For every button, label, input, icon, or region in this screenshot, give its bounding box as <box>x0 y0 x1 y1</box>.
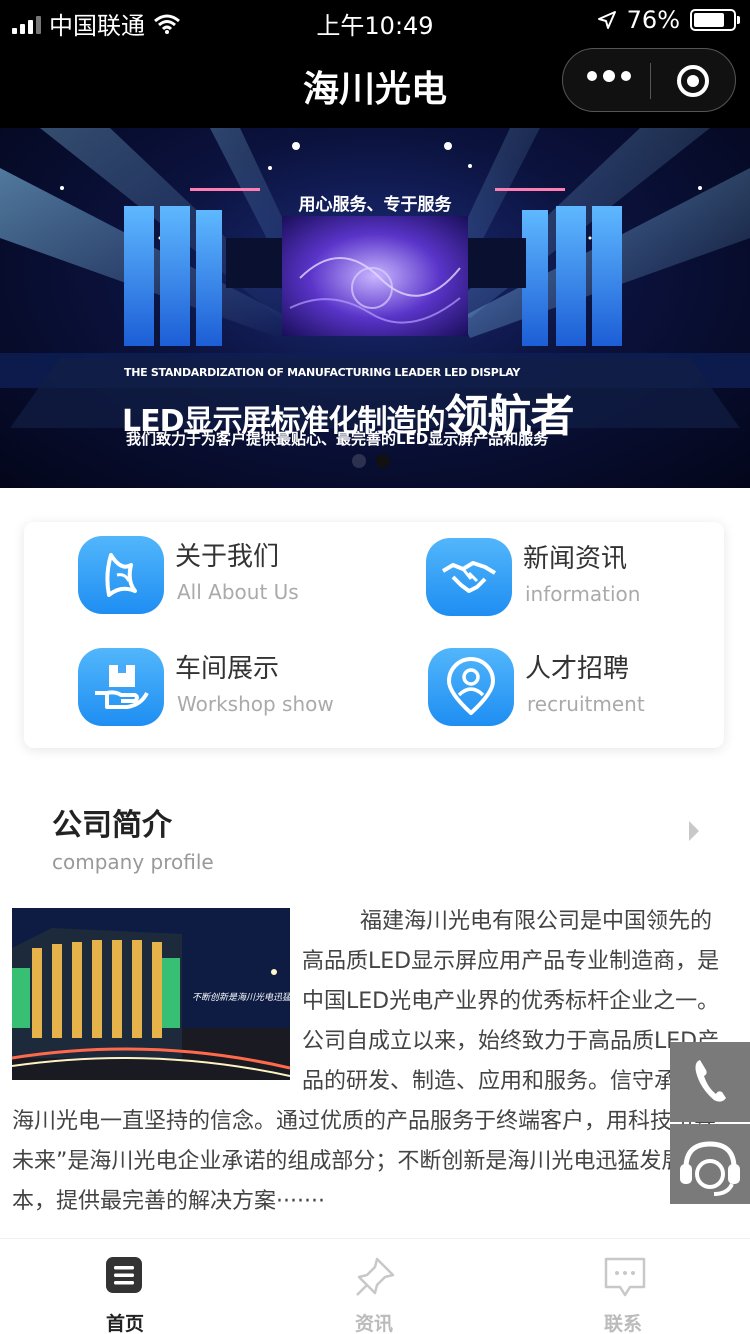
tab-home[interactable]: 首页 <box>50 1239 200 1334</box>
company-description: 福建海川光电有限公司是中国领先的高品质LED显示屏应用产品专业制造商，是中国LE… <box>12 902 728 1222</box>
tab-info[interactable]: 资讯 <box>299 1239 449 1334</box>
banner-carousel[interactable]: 用心服务、专于服务 THE STANDARDIZATION OF MANUFAC… <box>0 128 750 488</box>
phone-icon <box>695 1060 726 1102</box>
battery-icon <box>690 9 740 31</box>
more-button[interactable] <box>587 70 631 82</box>
battery-percent: 76% <box>626 6 680 34</box>
tab-bar: 首页 资讯 联系 <box>0 1238 750 1334</box>
customer-service-button[interactable] <box>670 1124 750 1204</box>
menu-subtitle: information <box>525 582 641 606</box>
section-title: 公司简介 <box>52 808 172 843</box>
tab-label: 资讯 <box>354 1313 393 1334</box>
banner-english-line: THE STANDARDIZATION OF MANUFACTURING LEA… <box>124 366 521 379</box>
mini-program-capsule <box>562 48 736 112</box>
menu-item-workshop[interactable]: 车间展示 Workshop show <box>78 648 378 738</box>
box-hand-icon <box>78 648 164 726</box>
carousel-dot-active[interactable] <box>376 454 390 468</box>
home-list-icon <box>106 1257 142 1293</box>
nav-bar: 海川光电 <box>0 40 750 128</box>
menu-subtitle: All About Us <box>177 580 299 604</box>
menu-subtitle: Workshop show <box>177 692 334 716</box>
customer-service-icon <box>680 1141 740 1196</box>
tab-contact[interactable]: 联系 <box>548 1239 698 1334</box>
menu-title: 人才招聘 <box>525 654 630 684</box>
section-subtitle: company profile <box>52 850 214 874</box>
pin-icon <box>356 1257 395 1296</box>
person-pin-icon <box>428 648 514 726</box>
chat-bubble-icon <box>604 1257 646 1297</box>
capsule-divider <box>650 63 651 99</box>
status-bar: 中国联通 上午10:49 76% <box>0 0 750 40</box>
location-arrow-icon <box>597 11 616 29</box>
menu-item-recruitment[interactable]: 人才招聘 recruitment <box>428 648 728 738</box>
menu-title: 关于我们 <box>175 542 280 572</box>
handshake-icon <box>426 538 512 616</box>
about-logo-icon <box>78 536 164 614</box>
text-wrap-spacer <box>12 902 302 1098</box>
tab-label: 联系 <box>603 1313 642 1334</box>
banner-subline: 我们致力于为客户提供最贴心、最完善的LED显示屏产品和服务 <box>126 430 549 448</box>
menu-title: 新闻资讯 <box>523 544 628 574</box>
menu-title: 车间展示 <box>175 654 280 684</box>
tab-label: 首页 <box>105 1313 144 1334</box>
chevron-right-icon[interactable] <box>686 818 702 844</box>
status-right: 76% <box>597 6 740 34</box>
carousel-dot[interactable] <box>352 454 366 468</box>
phone-button[interactable] <box>670 1042 750 1122</box>
banner-slogan: 用心服务、专于服务 <box>298 195 452 215</box>
carousel-indicator[interactable] <box>352 454 390 468</box>
menu-grid: 关于我们 All About Us 新闻资讯 information 车间展示 … <box>24 522 724 748</box>
menu-subtitle: recruitment <box>527 692 645 716</box>
menu-item-news[interactable]: 新闻资讯 information <box>426 538 726 628</box>
menu-item-about[interactable]: 关于我们 All About Us <box>78 536 378 626</box>
close-target-button[interactable] <box>677 65 709 97</box>
